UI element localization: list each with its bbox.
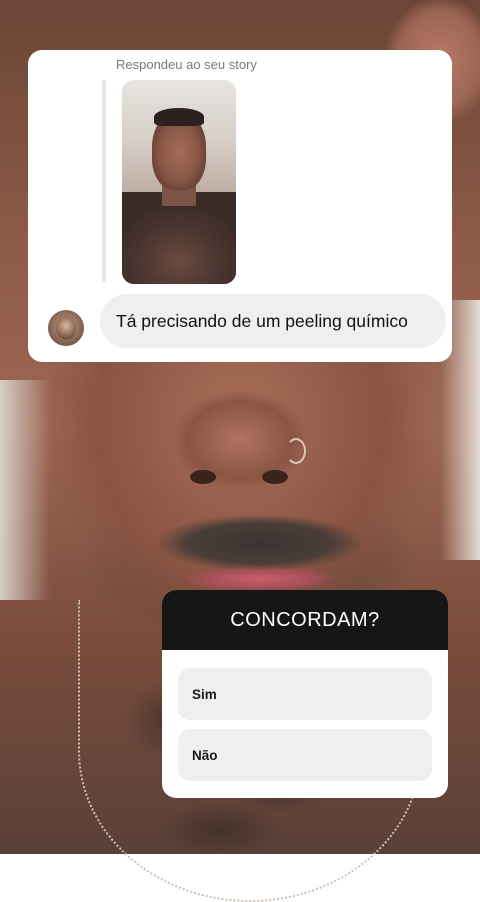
story-reply-card: Respondeu ao seu story Tá precisando de … xyxy=(28,50,452,362)
poll-question: CONCORDAM? xyxy=(162,590,448,650)
reply-message-bubble: Tá precisando de um peeling químico xyxy=(100,294,446,348)
reply-header: Respondeu ao seu story xyxy=(116,57,257,72)
face-lip xyxy=(175,565,345,593)
nostril-left xyxy=(190,470,216,484)
sender-avatar[interactable] xyxy=(48,310,84,346)
quote-bar xyxy=(102,80,106,282)
poll-option-sim[interactable]: Sim xyxy=(178,668,432,720)
poll-option-nao[interactable]: Não xyxy=(178,729,432,781)
avatar-photo-icon xyxy=(56,316,76,340)
poll-sticker: CONCORDAM? Sim Não xyxy=(162,590,448,798)
nose-ring xyxy=(286,438,306,464)
face-nose xyxy=(165,380,315,490)
nostril-right xyxy=(262,470,288,484)
thumbnail-hair xyxy=(154,108,204,126)
story-thumbnail[interactable] xyxy=(122,80,236,284)
background-wall-left xyxy=(0,380,50,600)
